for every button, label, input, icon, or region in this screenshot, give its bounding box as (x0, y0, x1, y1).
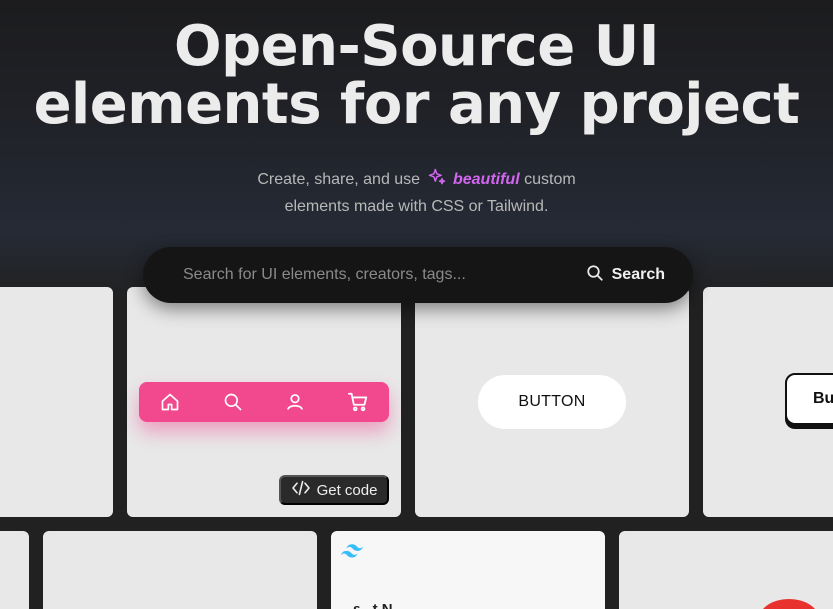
element-card[interactable] (0, 531, 29, 609)
navbar-preview (139, 382, 389, 422)
hero-title-line1: Open-Source UI (173, 14, 660, 79)
user-icon[interactable] (284, 391, 306, 413)
cart-icon[interactable] (347, 391, 369, 413)
search-icon[interactable] (222, 391, 244, 413)
tailwind-logo-icon (341, 543, 363, 562)
get-code-label: Get code (316, 481, 378, 499)
subtitle-line2: elements made with CSS or Tailwind. (284, 198, 549, 215)
hero-subtitle: Create, share, and use beautiful custom … (0, 167, 833, 219)
element-card-button[interactable]: BUTTON (415, 287, 689, 517)
sparkle-icon (427, 167, 447, 195)
search-button-label: Search (611, 266, 665, 283)
preview-button[interactable]: BUTTON (478, 375, 626, 429)
search-button[interactable]: Search (576, 247, 693, 303)
subtitle-accent: beautiful (452, 171, 520, 188)
search-bar: Search (143, 247, 693, 303)
home-icon[interactable] (159, 391, 181, 413)
element-card-tailwind[interactable]: ε...t N... (331, 531, 605, 609)
search-input[interactable] (143, 247, 576, 303)
code-icon (291, 480, 311, 500)
page: Open-Source UI elements for any project … (0, 0, 833, 609)
red-shape (759, 599, 819, 609)
subtitle-after: custom (524, 171, 576, 188)
hero-title: Open-Source UI elements for any project (0, 18, 833, 134)
element-card[interactable] (43, 531, 317, 609)
element-card[interactable] (619, 531, 833, 609)
card-preview-text: ε...t N... (353, 601, 405, 609)
hero-title-line2: elements for any project (33, 72, 800, 137)
element-card[interactable] (0, 287, 113, 517)
preview-outline-button[interactable]: Bu (785, 373, 833, 425)
search-icon (586, 264, 604, 287)
get-code-button[interactable]: Get code (279, 475, 389, 505)
subtitle-before: Create, share, and use (257, 171, 421, 188)
element-card-navbar[interactable]: Get code (127, 287, 401, 517)
element-card-outline-button[interactable]: Bu (703, 287, 833, 517)
